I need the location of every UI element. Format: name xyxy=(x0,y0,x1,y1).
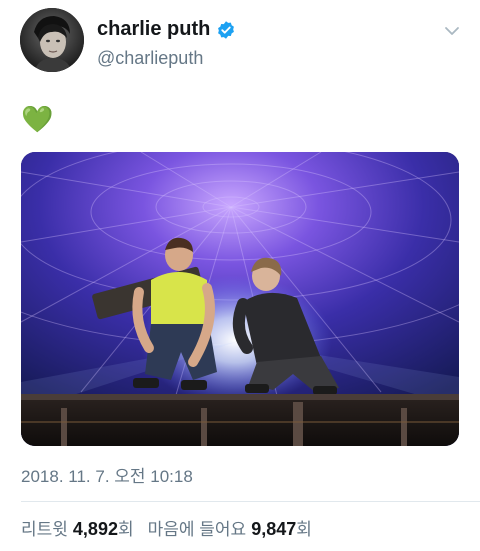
retweets-count: 4,892 xyxy=(72,519,118,539)
likes-label: 마음에 들어요 xyxy=(147,520,247,539)
tweet-header: charlie puth @charlieputh xyxy=(20,8,465,74)
likes-count: 9,847 xyxy=(251,519,297,539)
tweet-stats: 리트윗 4,892 회 마음에 들어요 9,847 회 xyxy=(21,515,312,540)
retweets-label: 리트윗 xyxy=(21,520,68,539)
user-handle[interactable]: @charlieputh xyxy=(97,48,203,69)
verified-badge-icon xyxy=(216,20,236,40)
tweet-timestamp[interactable]: 2018. 11. 7. 오전 10:18 xyxy=(21,462,193,487)
retweets-stat[interactable]: 리트윗 4,892 회 xyxy=(21,515,134,540)
divider xyxy=(21,501,480,502)
name-row: charlie puth xyxy=(97,18,236,41)
tweet-text: 💚 xyxy=(21,104,54,134)
concert-photo xyxy=(21,152,459,446)
retweets-suffix: 회 xyxy=(117,520,134,539)
chevron-down-icon[interactable] xyxy=(443,22,461,40)
avatar-photo xyxy=(20,8,84,72)
avatar[interactable] xyxy=(20,8,84,72)
tweet-media-photo[interactable] xyxy=(21,152,459,446)
likes-suffix: 회 xyxy=(296,520,312,539)
display-name[interactable]: charlie puth xyxy=(97,18,210,41)
likes-stat[interactable]: 마음에 들어요 9,847 회 xyxy=(148,515,312,540)
